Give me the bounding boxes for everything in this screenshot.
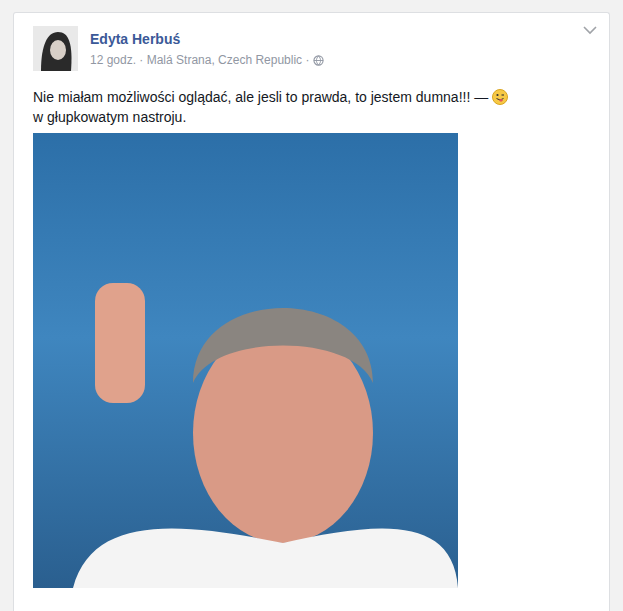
post-meta[interactable]: 12 godz. · Malá Strana, Czech Republic · (90, 52, 309, 68)
post-card: Edyta Herbuś 12 godz. · Malá Strana, Cze… (13, 12, 610, 611)
post-text: Nie miałam możliwości oglądać, ale jesli… (33, 87, 597, 107)
author-name[interactable]: Edyta Herbuś (90, 30, 324, 48)
person-icon (33, 26, 78, 71)
winking-tongue-emoji-icon (492, 89, 508, 105)
globe-icon (313, 55, 324, 66)
post-photo[interactable] (33, 133, 458, 588)
chevron-icon[interactable] (583, 25, 597, 35)
avatar[interactable] (33, 26, 78, 71)
photo-icon (33, 133, 458, 588)
feeling: w głupkowatym nastroju. (33, 107, 597, 127)
